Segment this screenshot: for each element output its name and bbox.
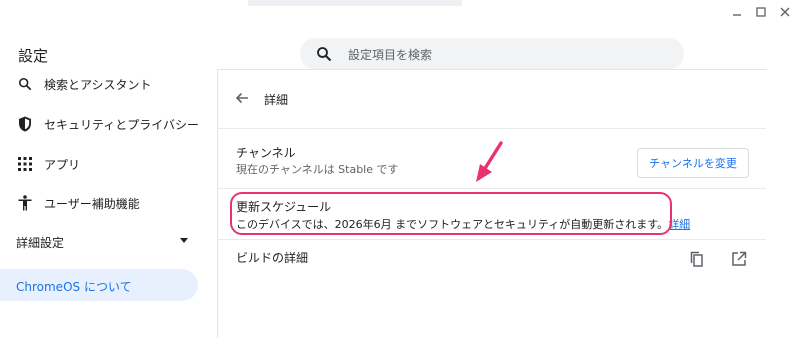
title-bar (0, 0, 800, 20)
sidebar-item-security-privacy[interactable]: セキュリティとプライバシー (0, 104, 218, 144)
advanced-settings-toggle[interactable]: 詳細設定 (16, 227, 188, 257)
sidebar-item-about-chromeos[interactable]: ChromeOS について (0, 269, 198, 301)
search-icon (317, 47, 332, 62)
advanced-settings-label: 詳細設定 (16, 235, 65, 250)
sidebar-item-label: ユーザー補助機能 (44, 196, 140, 211)
channel-title: チャンネル (236, 146, 296, 160)
dropdown-arrow-icon (180, 238, 188, 243)
sidebar-item-label: ChromeOS について (16, 280, 132, 294)
build-details-title: ビルドの詳細 (236, 251, 309, 265)
change-channel-button[interactable]: チャンネルを変更 (637, 148, 749, 178)
maximize-button[interactable] (751, 4, 771, 20)
sidebar-item-accessibility[interactable]: ユーザー補助機能 (0, 183, 218, 223)
tab-shadow (248, 0, 462, 6)
build-details-row[interactable]: ビルドの詳細 (218, 239, 766, 275)
sidebar-item-search-assistant[interactable]: 検索とアシスタント (0, 64, 218, 104)
maximize-icon (756, 7, 766, 17)
open-external-icon[interactable] (730, 250, 748, 268)
sidebar: 検索とアシスタント セキュリティとプライバシー アプリ ユーザー補助機能 詳細設… (0, 70, 218, 338)
sidebar-item-label: 検索とアシスタント (44, 77, 152, 92)
close-button[interactable] (775, 4, 795, 20)
accessibility-icon (16, 194, 34, 212)
search-input[interactable]: 設定項目を検索 (348, 46, 432, 63)
search-icon (16, 75, 34, 93)
minimize-button[interactable] (727, 4, 747, 20)
sidebar-item-label: セキュリティとプライバシー (44, 117, 200, 132)
app-title: 設定 (18, 47, 49, 65)
apps-grid-icon (16, 155, 34, 173)
sidebar-item-apps[interactable]: アプリ (0, 144, 218, 184)
page-header: 詳細 (218, 70, 766, 129)
sidebar-item-label: アプリ (44, 157, 81, 172)
copy-icon[interactable] (688, 250, 706, 268)
page-margin (766, 70, 800, 338)
annotation-arrow-icon (476, 141, 503, 182)
channel-subtitle: 現在のチャンネルは Stable です (236, 163, 399, 176)
highlight-outline (230, 192, 672, 235)
search-box[interactable]: 設定項目を検索 (300, 38, 684, 70)
back-arrow-icon[interactable] (234, 90, 250, 106)
minimize-icon (733, 14, 741, 16)
page-title: 詳細 (264, 93, 289, 107)
close-icon (780, 7, 790, 17)
shield-icon (16, 115, 34, 133)
